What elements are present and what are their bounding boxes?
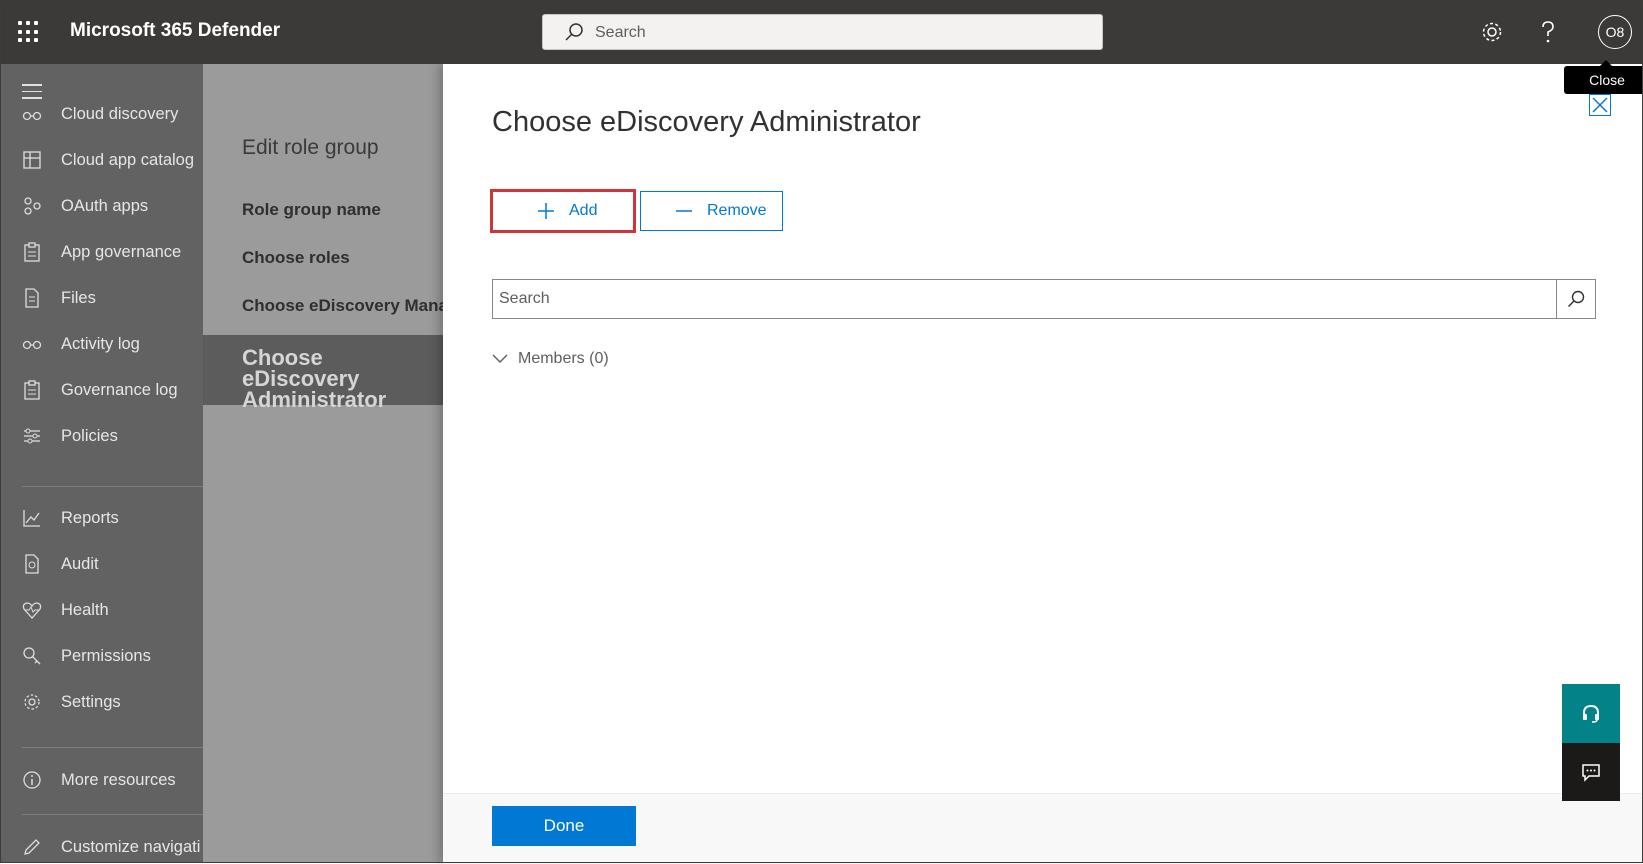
chart-icon bbox=[23, 510, 40, 527]
panel-footer: Done bbox=[443, 793, 1643, 864]
remove-button[interactable]: Remove bbox=[640, 191, 783, 231]
nav-item-label: Audit bbox=[61, 555, 99, 573]
member-search-box bbox=[492, 279, 1557, 319]
nav-item-oauth-apps[interactable]: OAuth apps bbox=[0, 192, 203, 222]
gear-icon bbox=[24, 694, 40, 710]
global-search-box[interactable]: Search bbox=[542, 14, 1103, 50]
nav-item-audit[interactable]: Audit bbox=[0, 550, 203, 580]
glasses-icon bbox=[22, 340, 42, 350]
wizard-title: Edit role group bbox=[242, 136, 379, 159]
nav-item-reports[interactable]: Reports bbox=[0, 504, 203, 534]
member-search-button[interactable] bbox=[1556, 279, 1596, 319]
nav-item-label: Customize navigati bbox=[61, 838, 201, 856]
chat-icon bbox=[1582, 764, 1600, 782]
catalog-icon bbox=[23, 151, 41, 169]
sliders-icon bbox=[24, 428, 40, 444]
nav-item-label: More resources bbox=[61, 771, 176, 789]
global-search-placeholder: Search bbox=[595, 24, 646, 41]
info-icon bbox=[23, 771, 41, 789]
app-title[interactable]: Microsoft 365 Defender bbox=[70, 20, 280, 42]
nav-item-permissions[interactable]: Permissions bbox=[0, 642, 203, 672]
clipboard-icon bbox=[24, 242, 40, 262]
nav-item-customize-navigation[interactable]: Customize navigati bbox=[0, 833, 203, 863]
nav-item-health[interactable]: Health bbox=[0, 596, 203, 626]
oauth-icon bbox=[24, 197, 41, 215]
nav-item-policies[interactable]: Policies bbox=[0, 422, 203, 452]
members-section-toggle[interactable]: Members (0) bbox=[492, 350, 609, 368]
nav-item-label: Governance log bbox=[61, 381, 178, 399]
nav-item-label: Cloud discovery bbox=[61, 105, 179, 123]
done-button[interactable]: Done bbox=[492, 806, 636, 846]
glasses-icon bbox=[22, 111, 42, 121]
add-button-label: Add bbox=[569, 202, 598, 219]
nav-item-cloud-app-catalog[interactable]: Cloud app catalog bbox=[0, 146, 203, 176]
gear-icon[interactable] bbox=[1478, 18, 1506, 46]
nav-item-files[interactable]: Files bbox=[0, 284, 203, 314]
nav-item-governance-log[interactable]: Governance log bbox=[0, 376, 203, 406]
app-launcher-icon[interactable] bbox=[18, 21, 40, 43]
nav-item-app-governance[interactable]: App governance bbox=[0, 238, 203, 268]
user-avatar[interactable]: O8 bbox=[1598, 15, 1632, 49]
nav-item-settings[interactable]: Settings bbox=[0, 688, 203, 718]
nav-item-label: Files bbox=[61, 289, 96, 307]
nav-item-label: Health bbox=[61, 601, 109, 619]
wizard-step-choose-ediscovery-administrator[interactable]: Choose eDiscovery Administrator bbox=[203, 335, 443, 411]
heart-icon bbox=[22, 602, 42, 619]
wizard-step-role-group-name[interactable]: Role group name bbox=[242, 200, 381, 220]
add-button[interactable]: Add bbox=[490, 189, 636, 233]
key-icon bbox=[23, 647, 41, 665]
close-tooltip: Close bbox=[1564, 60, 1643, 94]
clipboard-icon bbox=[24, 380, 40, 400]
members-label: Members (0) bbox=[518, 350, 609, 367]
nav-divider bbox=[22, 747, 203, 748]
nav-divider bbox=[22, 486, 203, 487]
nav-item-label: Settings bbox=[61, 693, 121, 711]
nav-item-label: Permissions bbox=[61, 647, 151, 665]
audit-icon bbox=[25, 554, 39, 574]
nav-divider bbox=[22, 814, 203, 815]
panel-title: Choose eDiscovery Administrator bbox=[492, 106, 921, 138]
wizard-active-step-label: Choose eDiscovery Administrator bbox=[242, 345, 387, 412]
choose-admin-flyout: Choose eDiscovery Administrator Add Remo… bbox=[443, 64, 1643, 864]
chevron-down-icon bbox=[492, 354, 508, 363]
search-icon bbox=[565, 23, 583, 41]
nav-item-label: App governance bbox=[61, 243, 182, 261]
nav-item-more-resources[interactable]: More resources bbox=[0, 766, 203, 796]
file-icon bbox=[25, 288, 39, 308]
nav-item-activity-log[interactable]: Activity log bbox=[0, 330, 203, 360]
nav-item-cloud-discovery[interactable]: Cloud discovery bbox=[0, 100, 203, 130]
headset-icon bbox=[1583, 704, 1599, 723]
minus-icon bbox=[676, 210, 692, 212]
nav-item-label: Reports bbox=[61, 509, 119, 527]
close-icon[interactable] bbox=[1589, 94, 1611, 116]
help-support-button[interactable] bbox=[1562, 684, 1620, 743]
plus-icon bbox=[538, 203, 554, 219]
nav-item-label: Cloud app catalog bbox=[61, 151, 195, 169]
search-icon bbox=[1568, 290, 1585, 307]
wizard-step-choose-ediscovery-manager[interactable]: Choose eDiscovery Mana bbox=[242, 296, 443, 316]
top-header: Microsoft 365 Defender Search O8 bbox=[0, 0, 1643, 64]
wizard-step-choose-roles[interactable]: Choose roles bbox=[242, 248, 350, 268]
wizard-steps-panel: Edit role group Role group name Choose r… bbox=[203, 64, 443, 863]
feedback-button[interactable] bbox=[1562, 743, 1620, 801]
nav-item-label: Policies bbox=[61, 427, 118, 445]
pencil-icon bbox=[24, 839, 40, 855]
remove-button-label: Remove bbox=[707, 202, 767, 219]
nav-item-label: OAuth apps bbox=[61, 197, 149, 215]
nav-item-label: Activity log bbox=[61, 335, 140, 353]
member-search-input[interactable] bbox=[493, 280, 1556, 318]
left-navigation: Cloud discovery Cloud app catalog OAuth … bbox=[0, 64, 203, 863]
help-icon[interactable] bbox=[1534, 18, 1562, 46]
